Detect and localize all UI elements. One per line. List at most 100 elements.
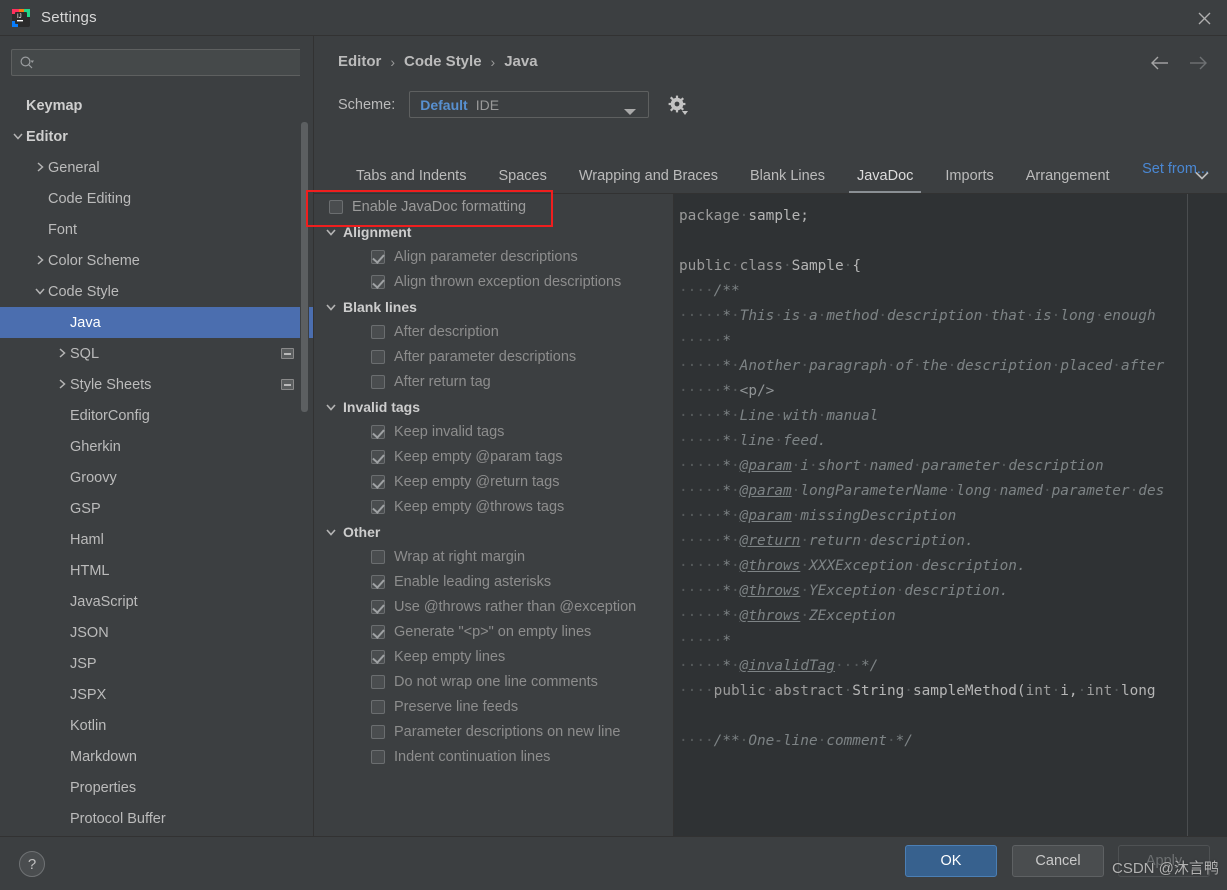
code-token-html: <p/> xyxy=(739,383,775,399)
checkbox-indicator[interactable] xyxy=(371,324,385,339)
checkbox-parameter-descriptions-on-new-line[interactable]: Parameter descriptions on new line xyxy=(315,719,673,744)
sidebar-item-code-editing[interactable]: Code Editing xyxy=(0,183,314,214)
cancel-button[interactable]: Cancel xyxy=(1012,845,1104,877)
sidebar-item-gherkin[interactable]: Gherkin xyxy=(0,431,314,462)
group-expanded-chevron-icon[interactable] xyxy=(325,526,343,538)
option-group-other[interactable]: Other xyxy=(315,519,673,544)
checkbox-do-not-wrap-one-line-comments[interactable]: Do not wrap one line comments xyxy=(315,669,673,694)
checkbox-indicator[interactable] xyxy=(371,749,385,764)
sidebar-item-editor[interactable]: Editor xyxy=(0,121,314,152)
gear-icon[interactable] xyxy=(668,95,689,115)
option-group-alignment[interactable]: Alignment xyxy=(315,219,673,244)
option-group-invalid-tags[interactable]: Invalid tags xyxy=(315,394,673,419)
sidebar-item-json[interactable]: JSON xyxy=(0,617,314,648)
sidebar-item-properties[interactable]: Properties xyxy=(0,772,314,803)
checkbox-align-thrown-exception-descriptions[interactable]: Align thrown exception descriptions xyxy=(315,269,673,294)
sidebar-item-javascript[interactable]: JavaScript xyxy=(0,586,314,617)
checkbox-indicator[interactable] xyxy=(371,274,385,289)
checkbox-indicator[interactable] xyxy=(371,549,385,564)
sidebar-item-jspx[interactable]: JSPX xyxy=(0,679,314,710)
tab-wrapping-and-braces[interactable]: Wrapping and Braces xyxy=(563,168,734,194)
checkbox-indicator[interactable] xyxy=(371,674,385,689)
checkbox-indicator[interactable] xyxy=(371,699,385,714)
checkbox-indent-continuation-lines[interactable]: Indent continuation lines xyxy=(315,744,673,769)
checkbox-indicator[interactable] xyxy=(371,649,385,664)
tab-javadoc[interactable]: JavaDoc xyxy=(841,168,929,194)
checkbox-enable-javadoc-formatting[interactable]: Enable JavaDoc formatting xyxy=(315,194,673,219)
sidebar-item-haml[interactable]: Haml xyxy=(0,524,314,555)
checkbox-preserve-line-feeds[interactable]: Preserve line feeds xyxy=(315,694,673,719)
sidebar-item-gsp[interactable]: GSP xyxy=(0,493,314,524)
tab-spaces[interactable]: Spaces xyxy=(482,168,562,194)
checkbox-indicator[interactable] xyxy=(371,624,385,639)
sidebar-item-protocol-buffer[interactable]: Protocol Buffer xyxy=(0,803,314,834)
close-icon[interactable] xyxy=(1181,0,1227,36)
tree-expanded-chevron-icon[interactable] xyxy=(34,285,48,299)
sidebar-item-color-scheme[interactable]: Color Scheme xyxy=(0,245,314,276)
sidebar-item-general[interactable]: General xyxy=(0,152,314,183)
help-button[interactable]: ? xyxy=(19,851,45,877)
sidebar-item-style-sheets[interactable]: Style Sheets xyxy=(0,369,314,400)
tree-collapsed-chevron-icon[interactable] xyxy=(56,378,70,392)
checkbox-keep-invalid-tags[interactable]: Keep invalid tags xyxy=(315,419,673,444)
checkbox-indicator[interactable] xyxy=(371,724,385,739)
checkbox-indicator[interactable] xyxy=(371,449,385,464)
tree-collapsed-chevron-icon[interactable] xyxy=(56,347,70,361)
checkbox-use-throws-rather-than-exception[interactable]: Use @throws rather than @exception xyxy=(315,594,673,619)
sidebar-item-groovy[interactable]: Groovy xyxy=(0,462,314,493)
sidebar-item-jsp[interactable]: JSP xyxy=(0,648,314,679)
checkbox-generate-p-on-empty-lines[interactable]: Generate "<p>" on empty lines xyxy=(315,619,673,644)
search-box[interactable] xyxy=(11,49,303,76)
checkbox-wrap-at-right-margin[interactable]: Wrap at right margin xyxy=(315,544,673,569)
checkbox-enable-leading-asterisks[interactable]: Enable leading asterisks xyxy=(315,569,673,594)
tab-arrangement[interactable]: Arrangement xyxy=(1010,168,1126,194)
sidebar-item-keymap[interactable]: Keymap xyxy=(0,90,314,121)
sidebar-item-java[interactable]: Java xyxy=(0,307,314,338)
checkbox-indicator[interactable] xyxy=(371,599,385,614)
scheme-combobox[interactable]: Default IDE xyxy=(409,91,650,118)
tab-overflow-chevron-down-icon[interactable] xyxy=(1191,165,1213,185)
sidebar-item-sql[interactable]: SQL xyxy=(0,338,314,369)
checkbox-align-parameter-descriptions[interactable]: Align parameter descriptions xyxy=(315,244,673,269)
ok-button[interactable]: OK xyxy=(905,845,997,877)
arrow-right-icon[interactable] xyxy=(1187,52,1209,74)
code-preview-text[interactable]: package·sample; public·class·Sample·{···… xyxy=(679,204,1164,754)
tree-collapsed-chevron-icon[interactable] xyxy=(34,161,48,175)
checkbox-indicator[interactable] xyxy=(371,349,385,364)
group-expanded-chevron-icon[interactable] xyxy=(325,401,343,413)
tree-collapsed-chevron-icon[interactable] xyxy=(34,254,48,268)
checkbox-keep-empty-param-tags[interactable]: Keep empty @param tags xyxy=(315,444,673,469)
sidebar-item-markdown[interactable]: Markdown xyxy=(0,741,314,772)
tree-expanded-chevron-icon[interactable] xyxy=(12,130,26,144)
breadcrumb-item-editor[interactable]: Editor xyxy=(338,53,381,70)
checkbox-indicator[interactable] xyxy=(371,574,385,589)
sidebar-item-code-style[interactable]: Code Style xyxy=(0,276,314,307)
arrow-left-icon[interactable] xyxy=(1149,52,1171,74)
tab-tabs-and-indents[interactable]: Tabs and Indents xyxy=(340,168,482,194)
sidebar-item-font[interactable]: Font xyxy=(0,214,314,245)
breadcrumb-item-code-style[interactable]: Code Style xyxy=(404,53,482,70)
checkbox-indicator[interactable] xyxy=(371,374,385,389)
checkbox-keep-empty-return-tags[interactable]: Keep empty @return tags xyxy=(315,469,673,494)
breadcrumb-item-java[interactable]: Java xyxy=(504,53,537,70)
tab-blank-lines[interactable]: Blank Lines xyxy=(734,168,841,194)
sidebar-item-html[interactable]: HTML xyxy=(0,555,314,586)
checkbox-indicator[interactable] xyxy=(371,249,385,264)
option-group-blank-lines[interactable]: Blank lines xyxy=(315,294,673,319)
group-expanded-chevron-icon[interactable] xyxy=(325,226,343,238)
checkbox-keep-empty-lines[interactable]: Keep empty lines xyxy=(315,644,673,669)
group-expanded-chevron-icon[interactable] xyxy=(325,301,343,313)
sidebar-scrollbar-thumb[interactable] xyxy=(301,122,308,412)
sidebar-item-editorconfig[interactable]: EditorConfig xyxy=(0,400,314,431)
checkbox-indicator[interactable] xyxy=(329,199,343,214)
search-input[interactable] xyxy=(35,55,302,70)
sidebar-item-kotlin[interactable]: Kotlin xyxy=(0,710,314,741)
checkbox-after-description[interactable]: After description xyxy=(315,319,673,344)
checkbox-after-parameter-descriptions[interactable]: After parameter descriptions xyxy=(315,344,673,369)
checkbox-after-return-tag[interactable]: After return tag xyxy=(315,369,673,394)
tab-imports[interactable]: Imports xyxy=(929,168,1009,194)
checkbox-indicator[interactable] xyxy=(371,499,385,514)
checkbox-indicator[interactable] xyxy=(371,474,385,489)
checkbox-keep-empty-throws-tags[interactable]: Keep empty @throws tags xyxy=(315,494,673,519)
checkbox-indicator[interactable] xyxy=(371,424,385,439)
